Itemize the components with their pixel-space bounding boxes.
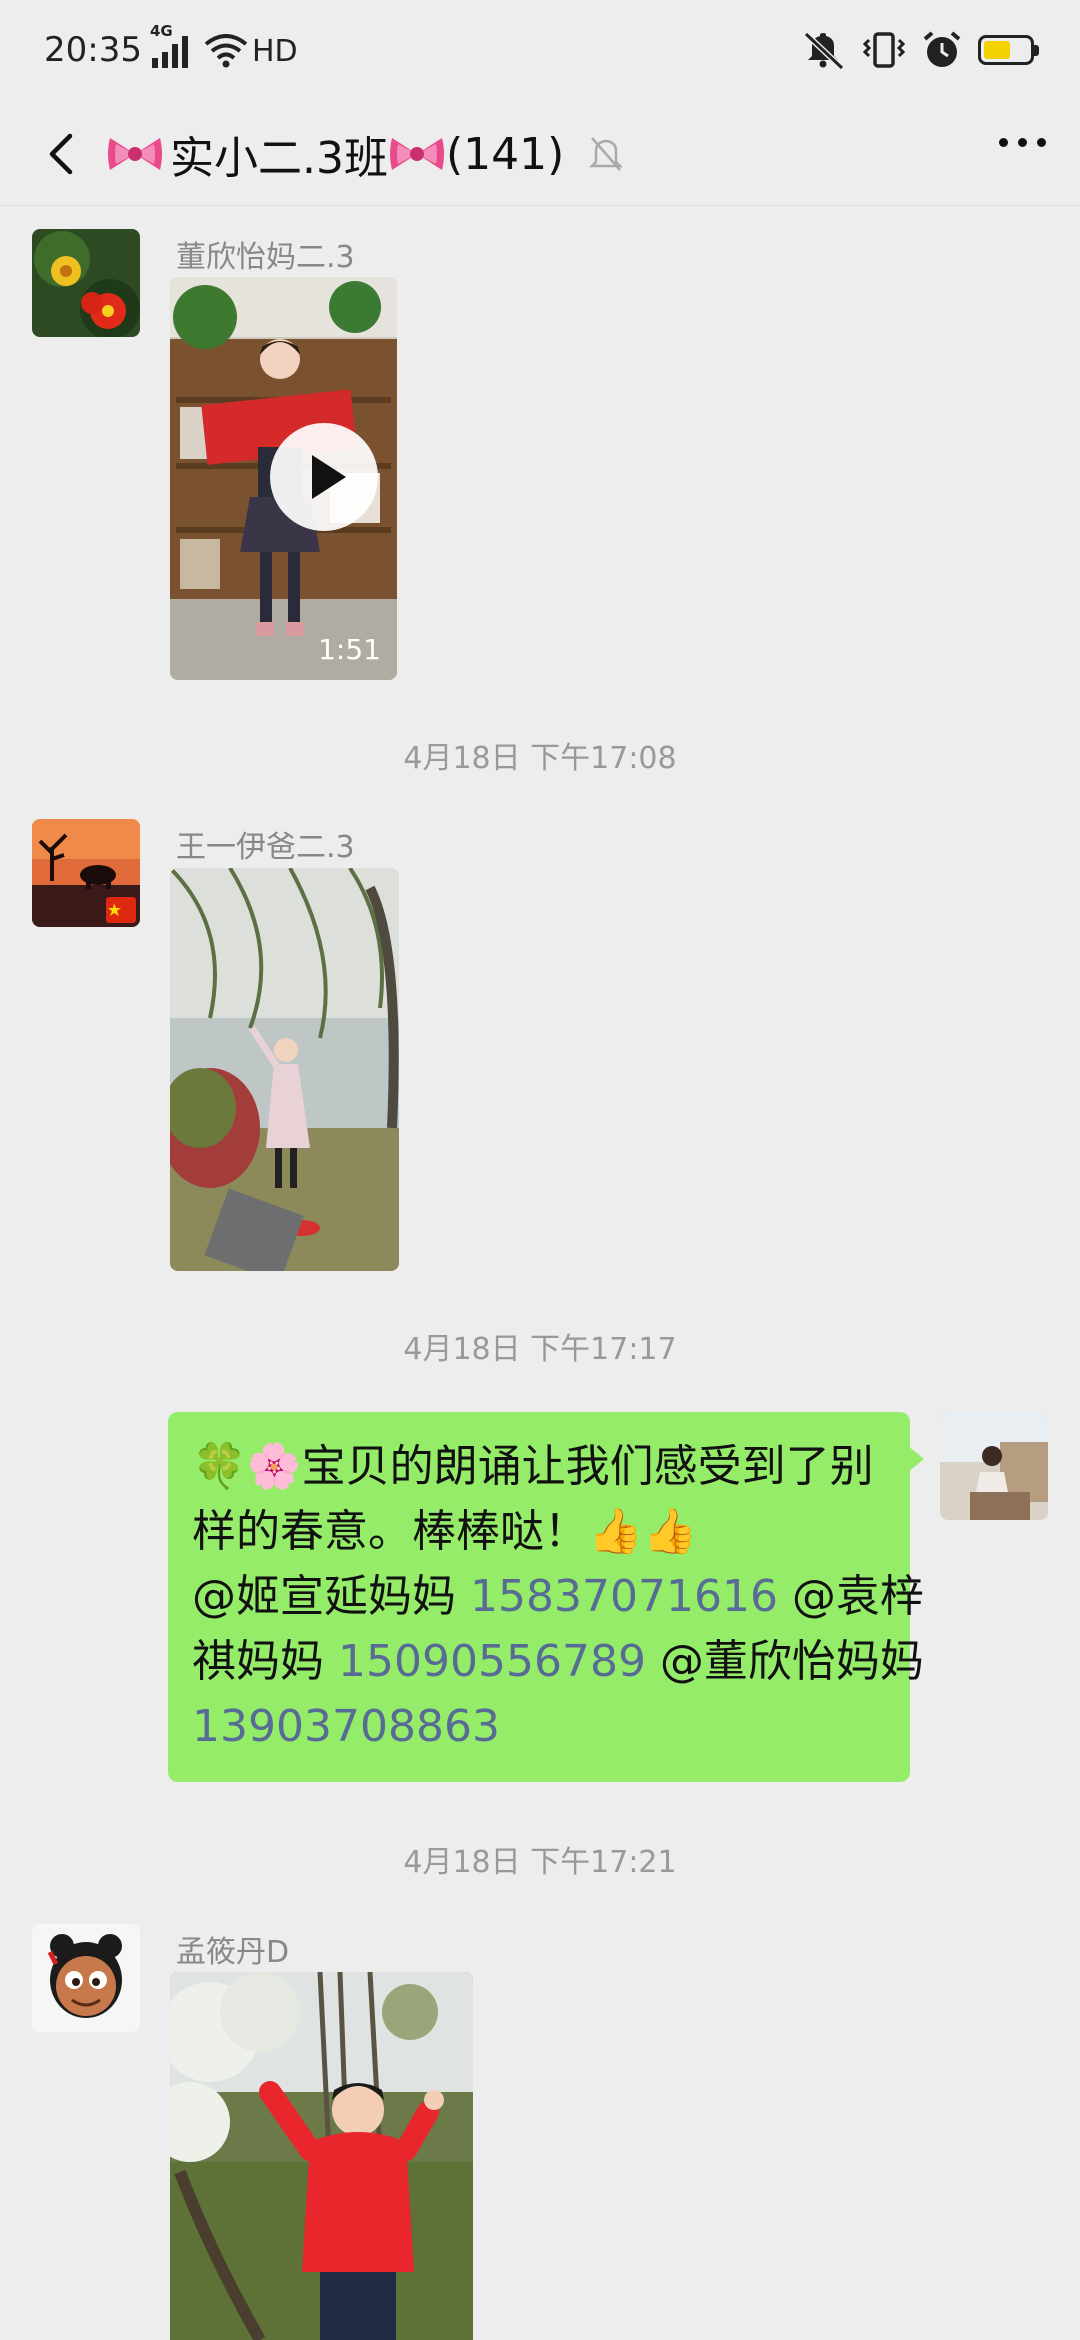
mention[interactable]: @姬宣延妈妈 — [192, 1571, 470, 1622]
phone-link[interactable]: 13903708863 — [192, 1701, 500, 1752]
group-name: 实小二.3班 — [170, 133, 388, 184]
phone-link[interactable]: 15837071616 — [470, 1571, 778, 1622]
self-avatar[interactable] — [940, 1412, 1048, 1520]
thumbs-up-emoji-icon: 👍👍 — [588, 1506, 698, 1557]
chat-header: 实小二.3班 (141) — [0, 108, 1080, 204]
battery-level — [984, 41, 1011, 59]
battery-icon — [978, 35, 1039, 65]
more-icon[interactable] — [999, 138, 1046, 147]
header-divider — [0, 205, 1080, 206]
mention[interactable]: 祺妈妈 — [192, 1636, 338, 1687]
avatar[interactable] — [32, 229, 140, 337]
message-timestamp: 4月18日 下午17:08 — [403, 741, 677, 776]
phone-link[interactable]: 15090556789 — [338, 1636, 646, 1687]
sender-name: 董欣怡妈二.3 — [176, 240, 355, 275]
message-text: 宝贝的朗诵让我们感受到了别 — [301, 1441, 874, 1492]
image-message[interactable] — [170, 868, 399, 1271]
photo-thumbnail — [170, 1972, 473, 2340]
hd-indicator: HD — [252, 34, 298, 69]
clover-emoji-icon: 🍀 — [192, 1441, 247, 1492]
alarm-icon — [923, 31, 961, 67]
message-line: 样的春意。棒棒哒！👍👍 — [192, 1499, 886, 1564]
wifi-icon — [204, 34, 248, 68]
status-time: 20:35 — [44, 30, 142, 70]
vibrate-icon — [862, 32, 906, 68]
signal-icon — [152, 36, 188, 68]
sender-name: 孟筱丹D — [176, 1935, 290, 1970]
chat-title[interactable]: 实小二.3班 (141) — [106, 122, 564, 186]
avatar[interactable] — [32, 1924, 140, 2032]
message-line: 🍀🌸宝贝的朗诵让我们感受到了别 — [192, 1434, 886, 1499]
sender-name: 王一伊爸二.3 — [176, 830, 355, 865]
vibrate-mute-icon — [803, 31, 845, 70]
flower-avatar-image — [32, 229, 140, 337]
chevron-left-icon[interactable] — [34, 124, 94, 184]
message-line: 祺妈妈 15090556789 @董欣怡妈妈 — [192, 1629, 924, 1694]
member-count: (141) — [445, 128, 565, 180]
mention[interactable]: @董欣怡妈妈 — [646, 1636, 924, 1687]
blossom-emoji-icon: 🌸 — [246, 1441, 302, 1492]
mention[interactable]: @袁梓 — [778, 1571, 924, 1622]
bell-slash-icon — [588, 137, 624, 171]
video-message[interactable]: 1:51 — [170, 277, 397, 680]
cartoon-avatar-image — [32, 1924, 140, 2032]
message-text: 样的春意。棒棒哒！ — [192, 1506, 588, 1557]
photo-thumbnail — [170, 868, 399, 1271]
video-duration: 1:51 — [318, 633, 381, 666]
message-line: 13903708863 — [192, 1694, 886, 1759]
message-line: @姬宣延妈妈 15837071616 @袁梓 — [192, 1564, 924, 1629]
status-bar: 20:35 4G HD — [0, 0, 1080, 108]
ribbon-bow-icon — [108, 138, 162, 170]
message-timestamp: 4月18日 下午17:17 — [403, 1332, 677, 1367]
self-text-bubble[interactable]: 🍀🌸宝贝的朗诵让我们感受到了别 样的春意。棒棒哒！👍👍 @姬宣延妈妈 15837… — [168, 1412, 924, 1782]
avatar[interactable] — [32, 819, 140, 927]
message-timestamp: 4月18日 下午17:21 — [403, 1845, 677, 1880]
ribbon-bow-icon — [389, 138, 444, 170]
play-icon[interactable] — [270, 423, 378, 531]
sunset-avatar-image — [32, 819, 140, 927]
self-avatar-image — [940, 1412, 1048, 1520]
image-message[interactable] — [170, 1972, 473, 2340]
